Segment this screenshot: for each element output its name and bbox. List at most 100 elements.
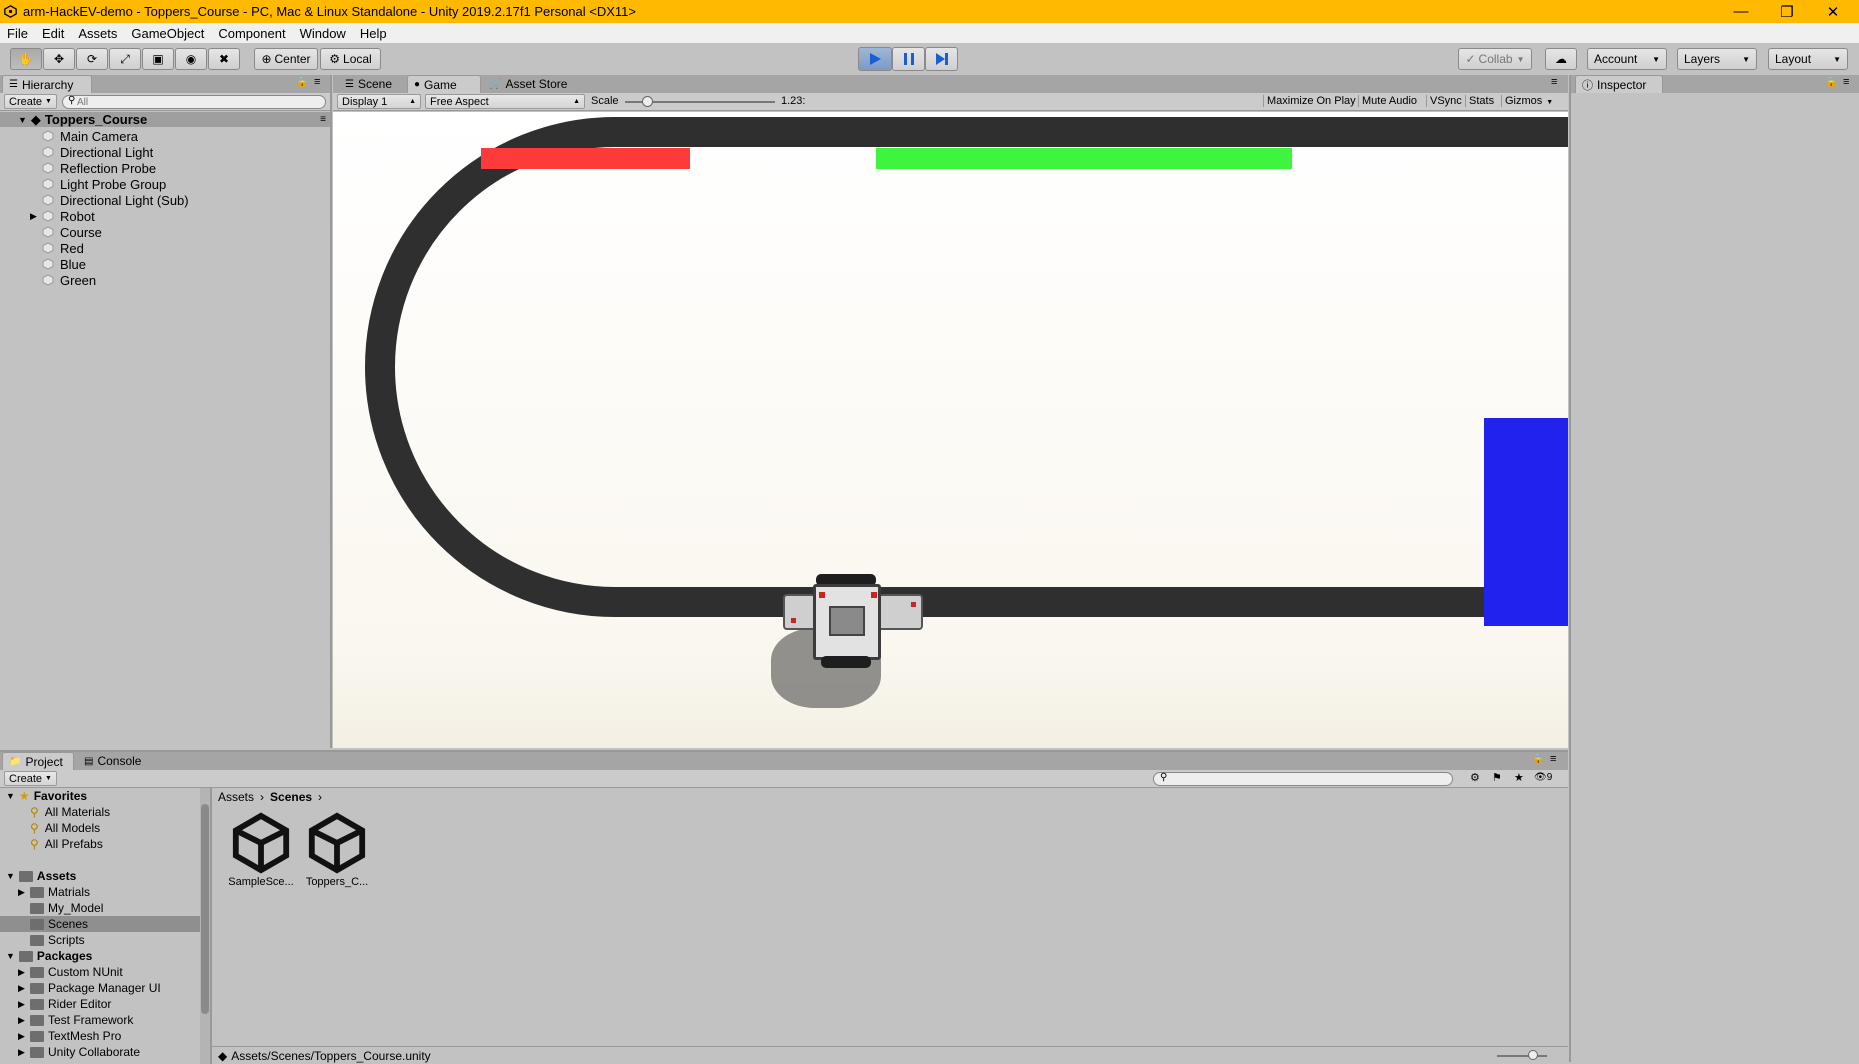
hierarchy-item-course[interactable]: Course <box>0 224 330 240</box>
lock-icon[interactable]: 🔒 <box>1825 77 1837 88</box>
icon-size-slider-track[interactable] <box>1497 1055 1547 1057</box>
tab-hierarchy[interactable]: ☰ Hierarchy <box>2 75 92 93</box>
pivot-center-button[interactable]: ⊕ Center <box>254 48 318 70</box>
tree-item-custom-nunit[interactable]: ▶ Custom NUnit <box>0 964 200 980</box>
cloud-button[interactable]: ☁ <box>1545 48 1577 70</box>
game-viewport[interactable] <box>333 112 1568 748</box>
file-item[interactable]: Toppers_C... <box>302 812 372 892</box>
tree-item-scripts[interactable]: Scripts <box>0 932 200 948</box>
icon-size-slider-thumb[interactable] <box>1528 1050 1538 1060</box>
project-create-dropdown[interactable]: Create ▼ <box>4 771 57 786</box>
gizmos-dropdown[interactable]: Gizmos ▼ <box>1501 95 1553 107</box>
restore-button[interactable]: ❐ <box>1764 0 1810 23</box>
tree-item-textmesh-pro[interactable]: ▶ TextMesh Pro <box>0 1028 200 1044</box>
tree-scrollbar-thumb[interactable] <box>201 804 209 1014</box>
collab-button[interactable]: ✓ Collab ▼ <box>1458 48 1532 70</box>
hierarchy-item-blue[interactable]: Blue <box>0 256 330 272</box>
aspect-dropdown[interactable]: Free Aspect ▲ <box>425 94 585 109</box>
project-search-input[interactable] <box>1153 772 1453 786</box>
favorites-star-icon[interactable]: ★ <box>1514 771 1524 784</box>
assets-header[interactable]: ▼ Assets <box>0 868 200 884</box>
lock-icon[interactable]: 🔒 <box>296 77 308 88</box>
hand-tool-button[interactable]: ✋ <box>10 48 42 70</box>
expand-arrow-icon[interactable]: ▶ <box>18 1031 30 1042</box>
tab-console[interactable]: ▤ Console <box>78 752 147 770</box>
menu-file[interactable]: File <box>0 26 35 41</box>
minimize-button[interactable]: — <box>1718 0 1764 23</box>
tree-item-scenes[interactable]: Scenes <box>0 916 200 932</box>
menu-help[interactable]: Help <box>353 26 394 41</box>
display-dropdown[interactable]: Display 1 ▲ <box>337 94 421 109</box>
hierarchy-item-reflection-probe[interactable]: Reflection Probe <box>0 160 330 176</box>
tree-item-all-materials[interactable]: ⚲ All Materials <box>0 804 200 820</box>
expand-arrow-icon[interactable]: ▼ <box>6 951 15 961</box>
hierarchy-item-main-camera[interactable]: Main Camera <box>0 128 330 144</box>
menu-edit[interactable]: Edit <box>35 26 71 41</box>
panel-menu-icon[interactable]: ≡ <box>1551 76 1557 88</box>
menu-gameobject[interactable]: GameObject <box>124 26 211 41</box>
tree-item-all-models[interactable]: ⚲ All Models <box>0 820 200 836</box>
scene-root-row[interactable]: ▼ ◆ Toppers_Course ≡ <box>0 112 332 127</box>
expand-arrow-icon[interactable]: ▶ <box>18 1047 30 1058</box>
menu-window[interactable]: Window <box>293 26 353 41</box>
file-item[interactable]: SampleSce... <box>226 812 296 892</box>
hierarchy-item-directional-light-sub[interactable]: Directional Light (Sub) <box>0 192 330 208</box>
expand-arrow-icon[interactable]: ▶ <box>18 887 30 898</box>
packages-header[interactable]: ▼ Packages <box>0 948 200 964</box>
search-by-type-icon[interactable]: ⚙ <box>1470 771 1480 784</box>
tree-item-test-framework[interactable]: ▶ Test Framework <box>0 1012 200 1028</box>
tab-game[interactable]: ● Game <box>407 75 481 93</box>
tree-item-all-prefabs[interactable]: ⚲ All Prefabs <box>0 836 200 852</box>
hierarchy-item-red[interactable]: Red <box>0 240 330 256</box>
space-local-button[interactable]: ⚙ Local <box>320 48 381 70</box>
vsync-toggle[interactable]: VSync <box>1426 95 1462 107</box>
expand-arrow-icon[interactable]: ▶ <box>18 999 30 1010</box>
scene-menu-icon[interactable]: ≡ <box>320 114 326 125</box>
hierarchy-item-light-probe-group[interactable]: Light Probe Group <box>0 176 330 192</box>
hierarchy-search-input[interactable] <box>62 95 326 109</box>
menu-component[interactable]: Component <box>211 26 292 41</box>
pause-button[interactable] <box>892 47 925 71</box>
step-button[interactable] <box>925 47 958 71</box>
panel-menu-icon[interactable]: ≡ <box>1843 76 1849 88</box>
expand-arrow-icon[interactable]: ▶ <box>18 1015 30 1026</box>
panel-menu-icon[interactable]: ≡ <box>1550 753 1556 765</box>
scale-tool-button[interactable]: ⤢ <box>109 48 141 70</box>
tab-asset-store[interactable]: 🛒 Asset Store <box>483 75 573 93</box>
favorites-header[interactable]: ▼ ★ Favorites <box>0 788 200 804</box>
hierarchy-item-robot[interactable]: ▶ Robot <box>0 208 330 224</box>
panel-menu-icon[interactable]: ≡ <box>314 76 320 88</box>
expand-arrow-icon[interactable]: ▶ <box>18 967 30 978</box>
tab-scene[interactable]: ☰ Scene <box>339 75 398 93</box>
tree-item-my-model[interactable]: My_Model <box>0 900 200 916</box>
window-title-bar[interactable]: arm-HackEV-demo - Toppers_Course - PC, M… <box>0 0 1859 23</box>
transform-tool-button[interactable]: ◉ <box>175 48 207 70</box>
account-dropdown[interactable]: Account ▼ <box>1587 48 1667 70</box>
custom-tool-button[interactable]: ✖ <box>208 48 240 70</box>
expand-arrow-icon[interactable]: ▼ <box>6 871 15 881</box>
tree-item-matrials[interactable]: ▶ Matrials <box>0 884 200 900</box>
hidden-packages-toggle[interactable]: 👁9 <box>1534 772 1552 783</box>
menu-assets[interactable]: Assets <box>71 26 124 41</box>
scale-slider-thumb[interactable] <box>642 96 653 107</box>
hierarchy-item-green[interactable]: Green <box>0 272 330 288</box>
tab-project[interactable]: 📁 Project <box>2 752 74 770</box>
expand-arrow-icon[interactable]: ▶ <box>30 211 42 222</box>
stats-toggle[interactable]: Stats <box>1465 95 1494 107</box>
tree-item-package-manager-ui[interactable]: ▶ Package Manager UI <box>0 980 200 996</box>
maximize-on-play-toggle[interactable]: Maximize On Play <box>1263 95 1356 107</box>
mute-audio-toggle[interactable]: Mute Audio <box>1358 95 1417 107</box>
search-by-label-icon[interactable]: ⚑ <box>1492 771 1502 784</box>
hierarchy-create-dropdown[interactable]: Create ▼ <box>4 94 57 109</box>
lock-icon[interactable]: 🔒 <box>1532 754 1544 765</box>
rotate-tool-button[interactable]: ⟳ <box>76 48 108 70</box>
layout-dropdown[interactable]: Layout ▼ <box>1768 48 1848 70</box>
expand-arrow-icon[interactable]: ▼ <box>18 115 27 125</box>
tab-inspector[interactable]: ⓘ Inspector <box>1575 75 1663 93</box>
expand-arrow-icon[interactable]: ▶ <box>18 983 30 994</box>
play-button[interactable] <box>858 47 892 71</box>
breadcrumb-assets[interactable]: Assets <box>218 790 254 804</box>
tree-item-rider-editor[interactable]: ▶ Rider Editor <box>0 996 200 1012</box>
move-tool-button[interactable]: ✥ <box>43 48 75 70</box>
tree-item-unity-collaborate[interactable]: ▶ Unity Collaborate <box>0 1044 200 1060</box>
